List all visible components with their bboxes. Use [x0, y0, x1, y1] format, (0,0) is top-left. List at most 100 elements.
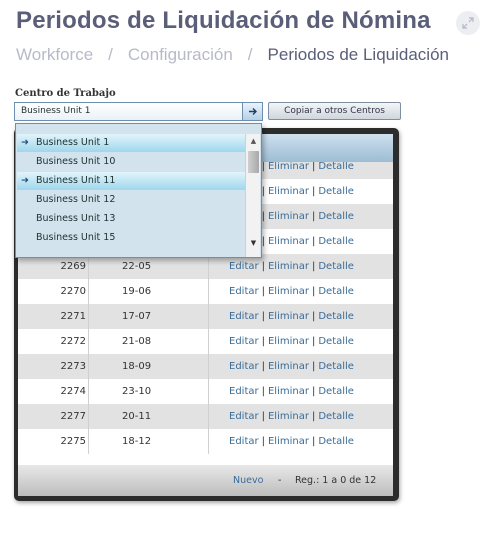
action-separator: |	[311, 436, 316, 447]
dropdown-option[interactable]: ➜ Business Unit 1	[17, 134, 245, 152]
action-separator: |	[311, 411, 316, 422]
centro-label: Centro de Trabajo	[15, 88, 116, 99]
dropdown-option[interactable]: Business Unit 15	[17, 229, 245, 247]
delete-link[interactable]: Eliminar	[268, 386, 309, 397]
delete-link[interactable]: Eliminar	[268, 286, 309, 297]
action-separator: |	[261, 361, 265, 372]
option-label: Business Unit 13	[36, 213, 116, 224]
period-date: 18-12	[88, 429, 208, 454]
period-id: 2270	[60, 286, 86, 297]
footer-separator: -	[278, 475, 282, 486]
detail-link[interactable]: Detalle	[318, 436, 354, 447]
table-row: 2271 17-07 Editar | Eliminar | Detalle	[18, 304, 393, 329]
action-separator: |	[311, 286, 316, 297]
period-date: 23-10	[88, 379, 208, 404]
arrow-icon	[248, 108, 257, 115]
action-separator: |	[311, 261, 316, 272]
detail-link[interactable]: Detalle	[318, 286, 354, 297]
delete-link[interactable]: Eliminar	[268, 336, 309, 347]
delete-link[interactable]: Eliminar	[268, 236, 309, 247]
delete-link[interactable]: Eliminar	[268, 261, 309, 272]
breadcrumb-workforce[interactable]: Workforce	[16, 45, 93, 65]
scroll-up-icon[interactable]: ▲	[246, 136, 261, 146]
edit-link[interactable]: Editar	[229, 411, 259, 422]
action-separator: |	[261, 436, 265, 447]
detail-link[interactable]: Detalle	[318, 162, 354, 172]
action-separator: |	[311, 162, 316, 172]
row-actions: Editar|Eliminar|Detalle	[208, 379, 393, 404]
edit-link[interactable]: Editar	[229, 286, 259, 297]
centro-select[interactable]: Business Unit 1	[14, 102, 262, 121]
edit-link[interactable]: Editar	[229, 436, 259, 447]
scroll-down-icon[interactable]: ▼	[246, 238, 261, 248]
new-button[interactable]: Nuevo	[233, 475, 263, 486]
period-id: 2277	[60, 411, 86, 422]
delete-link[interactable]: Eliminar	[268, 361, 309, 372]
delete-link[interactable]: Eliminar	[268, 162, 309, 172]
action-separator: |	[311, 311, 316, 322]
detail-link[interactable]: Detalle	[318, 236, 354, 247]
delete-link[interactable]: Eliminar	[268, 436, 309, 447]
action-separator: |	[311, 211, 316, 222]
dropdown-option[interactable]: ➜ Business Unit 11	[17, 172, 245, 190]
row-actions: Editar|Eliminar|Detalle	[208, 404, 393, 429]
edit-link[interactable]: Editar	[229, 361, 259, 372]
detail-link[interactable]: Detalle	[318, 211, 354, 222]
grid-footer: Nuevo - Reg.: 1 a 0 de 12	[18, 465, 393, 496]
delete-link[interactable]: Eliminar	[268, 211, 309, 222]
period-id: 2274	[60, 386, 86, 397]
action-separator: |	[261, 411, 265, 422]
detail-link[interactable]: Detalle	[318, 411, 354, 422]
row-actions: Editar|Eliminar|Detalle	[208, 354, 393, 379]
arrow-icon: ➜	[21, 175, 29, 186]
option-label: Business Unit 1	[36, 137, 110, 148]
dropdown-option[interactable]: Business Unit 12	[17, 191, 245, 209]
action-separator: |	[311, 386, 316, 397]
option-label: Business Unit 12	[36, 194, 116, 205]
option-label: Business Unit 10	[36, 156, 116, 167]
dropdown-option[interactable]: Business Unit 10	[17, 153, 245, 171]
table-row: 2272 21-08 Editar | Eliminar | Detalle	[18, 329, 393, 354]
option-label: Business Unit 11	[36, 175, 116, 186]
action-separator: |	[261, 236, 265, 247]
period-date: 21-08	[88, 329, 208, 354]
period-id: 2273	[60, 361, 86, 372]
detail-link[interactable]: Detalle	[318, 386, 354, 397]
action-separator: |	[261, 336, 265, 347]
period-id: 2271	[60, 311, 86, 322]
detail-link[interactable]: Detalle	[318, 261, 354, 272]
edit-link[interactable]: Editar	[229, 386, 259, 397]
action-separator: |	[261, 162, 265, 172]
delete-link[interactable]: Eliminar	[268, 186, 309, 197]
table-row: 2273 18-09 Editar | Eliminar | Detalle	[18, 354, 393, 379]
expand-icon	[462, 17, 474, 29]
copy-to-centers-button[interactable]: Copiar a otros Centros	[268, 102, 401, 120]
scroll-thumb[interactable]	[248, 151, 259, 173]
delete-link[interactable]: Eliminar	[268, 311, 309, 322]
period-date: 19-06	[88, 279, 208, 304]
delete-link[interactable]: Eliminar	[268, 411, 309, 422]
edit-link[interactable]: Editar	[229, 311, 259, 322]
detail-link[interactable]: Detalle	[318, 336, 354, 347]
expand-button[interactable]	[456, 11, 480, 35]
detail-link[interactable]: Detalle	[318, 186, 354, 197]
period-id: 2275	[60, 436, 86, 447]
table-row: 2274 23-10 Editar | Eliminar | Detalle	[18, 379, 393, 404]
page-title: Periodos de Liquidación de Nómina	[16, 7, 431, 34]
row-actions: Editar|Eliminar|Detalle	[208, 279, 393, 304]
detail-link[interactable]: Detalle	[318, 311, 354, 322]
action-separator: |	[261, 186, 265, 197]
table-row: 2270 19-06 Editar | Eliminar | Detalle	[18, 279, 393, 304]
action-separator: |	[261, 286, 265, 297]
detail-link[interactable]: Detalle	[318, 361, 354, 372]
centro-select-toggle[interactable]	[242, 102, 263, 121]
action-separator: |	[311, 336, 316, 347]
breadcrumb-separator: /	[108, 45, 113, 64]
breadcrumb-configuracion[interactable]: Configuración	[128, 45, 233, 65]
dropdown-scrollbar[interactable]: ▲ ▼	[245, 134, 261, 257]
edit-link[interactable]: Editar	[229, 336, 259, 347]
centro-dropdown-list[interactable]: ▲ ▼ ➜ Business Unit 1 Business Unit 10 ➜ Bus…	[15, 123, 262, 258]
edit-link[interactable]: Editar	[229, 261, 259, 272]
row-actions: Editar|Eliminar|Detalle	[208, 329, 393, 354]
dropdown-option[interactable]: Business Unit 13	[17, 210, 245, 228]
